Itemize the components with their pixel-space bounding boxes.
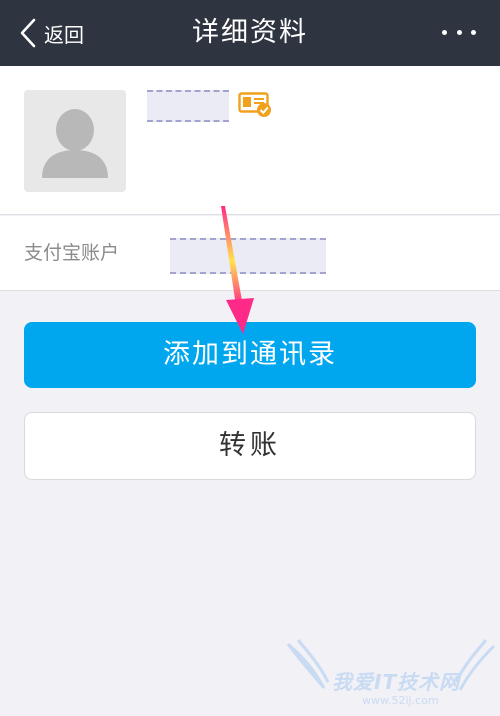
more-icon	[442, 29, 447, 35]
id-card-verified-icon	[238, 92, 272, 122]
more-button[interactable]	[442, 22, 476, 42]
wings-logo-icon	[286, 639, 496, 691]
default-avatar-icon	[42, 109, 108, 178]
alipay-account-row: 支付宝账户	[0, 216, 500, 291]
more-icon	[456, 29, 462, 35]
profile-card	[0, 66, 500, 215]
more-icon	[471, 29, 476, 35]
name-redacted	[147, 90, 229, 122]
back-label: 返回	[44, 22, 84, 47]
chevron-left-icon	[20, 18, 36, 48]
avatar[interactable]	[24, 90, 126, 192]
transfer-button[interactable]: 转账	[24, 412, 476, 480]
add-to-contacts-button[interactable]: 添加到通讯录	[24, 322, 476, 388]
watermark-url: www.52ij.com	[362, 694, 439, 707]
watermark: 我爱IT技术网 www.52ij.com	[284, 636, 500, 716]
back-button[interactable]: 返回	[20, 14, 84, 52]
top-navigation-bar: 返回 详细资料	[0, 0, 500, 66]
alipay-account-label: 支付宝账户	[24, 242, 120, 264]
watermark-text: 我爱IT技术网	[332, 670, 461, 694]
alipay-account-redacted	[170, 238, 326, 274]
